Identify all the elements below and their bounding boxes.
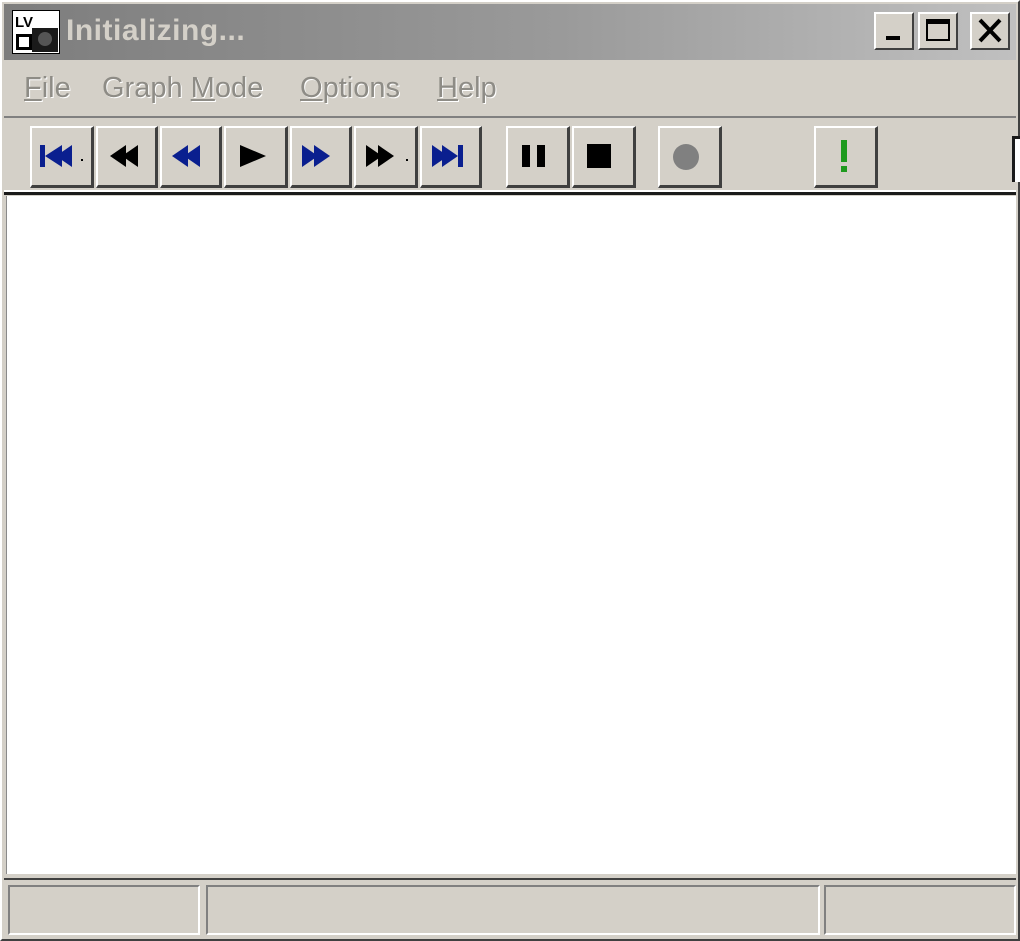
stop-icon	[587, 144, 611, 168]
minimize-button[interactable]	[874, 12, 914, 50]
rewind-button[interactable]	[96, 126, 158, 188]
pause-button[interactable]	[506, 126, 570, 188]
skip-to-start-button[interactable]	[30, 126, 94, 188]
toolbar	[4, 116, 1020, 192]
alert-button[interactable]	[814, 126, 878, 188]
menu-file[interactable]: File	[24, 72, 71, 105]
play-icon	[240, 145, 266, 167]
status-pane-right	[824, 885, 1016, 935]
maximize-button[interactable]	[918, 12, 958, 50]
skip-to-start-icon	[40, 145, 83, 167]
fast-forward-icon	[366, 145, 408, 167]
toolbar-overflow-control[interactable]	[1012, 136, 1020, 182]
window-title: Initializing...	[66, 14, 246, 47]
application-window: LV Initializing... File Graph Mode Optio…	[0, 0, 1020, 941]
status-bar	[4, 878, 1016, 937]
toolbar-divider	[4, 192, 1016, 195]
status-pane-left	[8, 885, 200, 935]
skip-to-end-icon	[432, 145, 463, 167]
play-button[interactable]	[224, 126, 288, 188]
stop-button[interactable]	[572, 126, 636, 188]
record-button[interactable]	[658, 126, 722, 188]
menu-options[interactable]: Options	[300, 72, 400, 105]
record-icon	[673, 144, 699, 170]
menu-bar: File Graph Mode Options Help	[4, 62, 1016, 114]
pause-icon	[522, 145, 545, 167]
skip-to-end-button[interactable]	[420, 126, 482, 188]
graph-area[interactable]	[6, 196, 1016, 874]
step-forward-button[interactable]	[290, 126, 352, 188]
close-button[interactable]	[970, 12, 1010, 50]
minimize-icon	[886, 36, 900, 40]
menu-graph-mode[interactable]: Graph Mode	[102, 72, 263, 105]
fast-forward-button[interactable]	[354, 126, 418, 188]
maximize-icon	[926, 19, 950, 41]
menu-help[interactable]: Help	[437, 72, 497, 105]
step-back-button[interactable]	[160, 126, 222, 188]
status-pane-center	[206, 885, 820, 935]
svg-text:LV: LV	[15, 14, 33, 31]
alert-icon	[841, 140, 847, 172]
close-icon	[978, 18, 1002, 43]
labview-app-icon[interactable]: LV	[12, 10, 60, 54]
rewind-icon	[110, 145, 138, 167]
step-forward-icon	[302, 145, 330, 167]
title-bar[interactable]: LV Initializing...	[4, 4, 1016, 60]
step-back-icon	[172, 145, 200, 167]
